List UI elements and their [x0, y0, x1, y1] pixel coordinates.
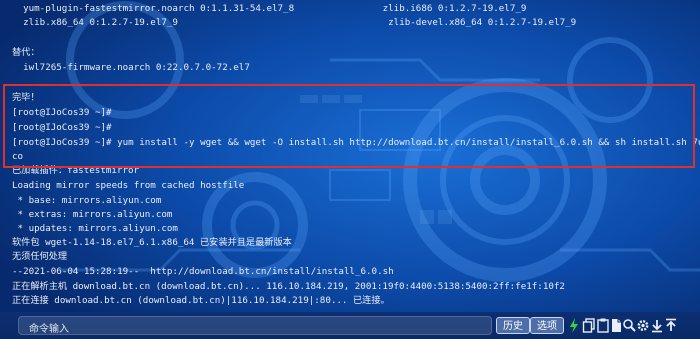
command-input[interactable]: 命令输入 — [18, 316, 492, 335]
terminal-line: iwl7265-firmware.noarch 0:22.0.7.0-72.el… — [12, 62, 250, 73]
upload-icon[interactable] — [664, 317, 678, 334]
terminal-line: * extras: mirrors.aliyun.com — [12, 209, 173, 220]
download-icon[interactable] — [650, 317, 664, 334]
terminal-line: * base: mirrors.aliyun.com — [12, 195, 162, 206]
paste-icon[interactable] — [596, 317, 610, 334]
command-input-placeholder: 命令输入 — [29, 324, 69, 335]
terminal-line: Loading mirror speeds from cached hostfi… — [12, 180, 245, 191]
terminal-line: zlib.x86_64 0:1.2.7-19.el7_9 zlib-devel.… — [12, 17, 577, 28]
terminal-line: --2021-06-04 15:28:19-- http://download.… — [12, 266, 394, 277]
terminal-line: 无须任何处理 — [12, 251, 68, 262]
terminal-line: yum-plugin-fastestmirror.noarch 0:1.1.31… — [12, 3, 527, 14]
history-button[interactable]: 历史 — [496, 317, 530, 334]
terminal-line: 正在连接 download.bt.cn (download.bt.cn)|116… — [12, 295, 390, 306]
terminal-line: 替代： — [12, 47, 40, 58]
highlight-box — [3, 84, 695, 168]
gear-icon[interactable] — [636, 317, 650, 334]
document-icon[interactable] — [609, 317, 623, 334]
terminal-line: 正在解析主机 download.bt.cn (download.bt.cn)..… — [12, 281, 565, 292]
terminal-line: 软件包 wget-1.14-18.el7_6.1.x86_64 已安装并且是最新… — [12, 237, 292, 248]
copy-icon[interactable] — [582, 317, 596, 334]
options-button[interactable]: 选项 — [530, 317, 564, 334]
search-icon[interactable] — [622, 317, 636, 334]
bolt-icon[interactable] — [567, 317, 581, 334]
terminal-line: * updates: mirrors.aliyun.com — [12, 223, 178, 234]
